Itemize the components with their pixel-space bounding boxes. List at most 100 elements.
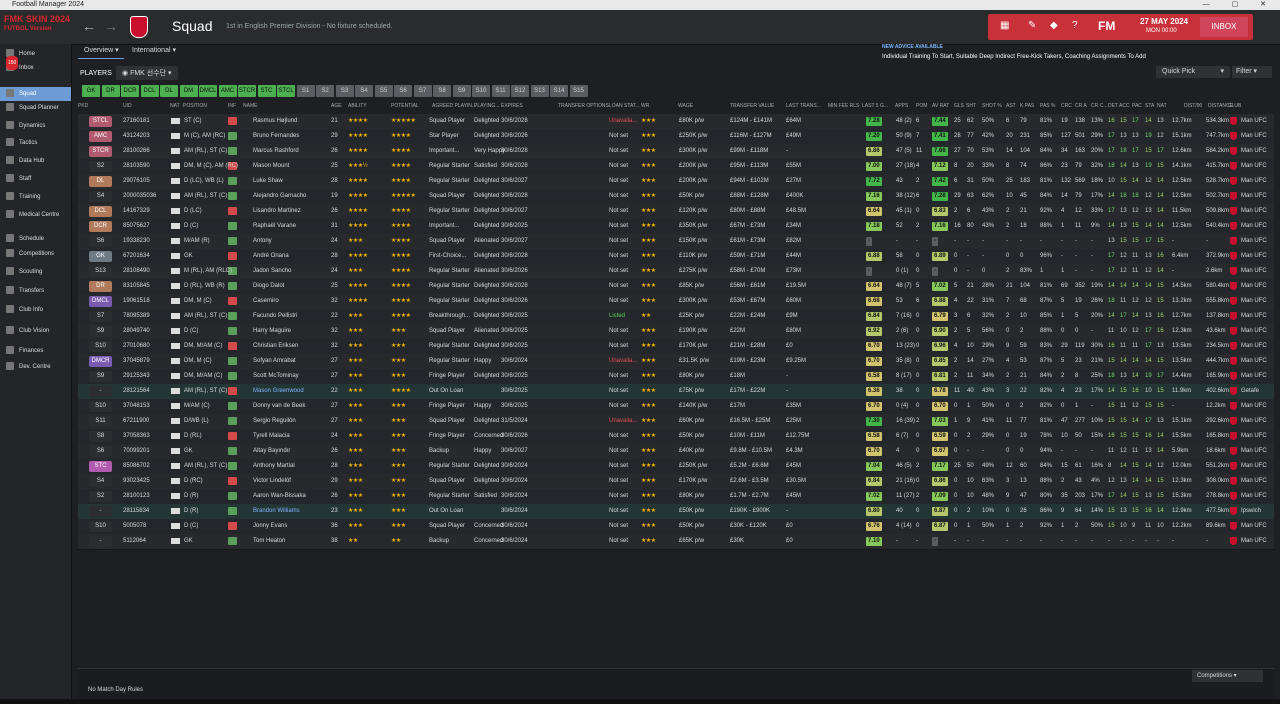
- table-row[interactable]: AMC 43124203 M (C), AM (RC) Bruno Fernandes…: [78, 129, 1274, 145]
- column-header[interactable]: K PAS: [1020, 103, 1034, 109]
- info-icon[interactable]: [228, 132, 237, 140]
- cell-club[interactable]: Man UFC: [1241, 432, 1267, 440]
- table-row[interactable]: S2 28100123 D (R) Aaron Wan-Bissaka 26 ★★★ ★★★…: [78, 489, 1274, 505]
- sidebar-item-tactics[interactable]: Tactics: [0, 136, 71, 150]
- pick-position[interactable]: S4: [89, 476, 112, 487]
- sidebar-item-inbox[interactable]: Inbox 150: [0, 56, 71, 75]
- position-filter-s13[interactable]: S13: [530, 85, 549, 97]
- cell-name[interactable]: Brandon Williams: [253, 507, 300, 515]
- column-header[interactable]: WR: [641, 103, 649, 109]
- cell-name[interactable]: Jadon Sancho: [253, 267, 291, 275]
- pick-position[interactable]: -: [89, 386, 112, 397]
- pick-position[interactable]: STC: [89, 461, 112, 472]
- position-filter-s8[interactable]: S8: [433, 85, 451, 97]
- pick-position[interactable]: GK: [89, 251, 112, 262]
- column-header[interactable]: PAC: [1132, 103, 1142, 109]
- table-row[interactable]: DCR 85075627 D (C) Raphaël Varane 31 ★★★★ ★★★★…: [78, 219, 1274, 235]
- column-header[interactable]: CRC: [1061, 103, 1072, 109]
- column-header[interactable]: POTENTIAL: [391, 103, 419, 109]
- column-header[interactable]: CR A: [1075, 103, 1087, 109]
- position-filter-s11[interactable]: S11: [491, 85, 510, 97]
- position-filter-s15[interactable]: S15: [569, 85, 588, 97]
- pick-position[interactable]: S13: [89, 266, 112, 277]
- position-filter-dcl[interactable]: DCL: [140, 85, 159, 97]
- cell-club[interactable]: Man UFC: [1241, 477, 1267, 485]
- pick-position[interactable]: DMCL: [89, 296, 112, 307]
- cell-club[interactable]: Man UFC: [1241, 297, 1267, 305]
- cell-club[interactable]: Man UFC: [1241, 117, 1267, 125]
- pick-position[interactable]: S9: [89, 371, 112, 382]
- info-icon[interactable]: [228, 282, 237, 290]
- cell-name[interactable]: Christian Eriksen: [253, 342, 298, 350]
- column-header[interactable]: GLS: [954, 103, 964, 109]
- sidebar-item-medical-centre[interactable]: Medical Centre: [0, 208, 71, 222]
- column-header[interactable]: EXPIRES: [501, 103, 523, 109]
- cell-name[interactable]: Sergio Reguilón: [253, 417, 296, 425]
- pick-position[interactable]: DR: [89, 281, 112, 292]
- back-arrow-icon[interactable]: ←: [82, 18, 96, 34]
- sidebar-item-dev-centre[interactable]: Dev. Centre: [0, 360, 71, 374]
- info-icon[interactable]: [228, 432, 237, 440]
- manager-name[interactable]: FMK SKIN 2024 FUTBOL Version: [4, 14, 70, 34]
- cell-club[interactable]: Man UFC: [1241, 222, 1267, 230]
- column-header[interactable]: ACC: [1119, 103, 1130, 109]
- table-row[interactable]: S10 5005078 D (C) Jonny Evans 36 ★★★ ★★★ Squad …: [78, 519, 1274, 535]
- column-header[interactable]: PKD: [78, 103, 88, 109]
- column-header[interactable]: CR C...: [1091, 103, 1107, 109]
- sidebar-item-schedule[interactable]: Schedule: [0, 232, 71, 246]
- table-row[interactable]: S2 28103590 DM, M (C), AM (RC) Mason Mount 2…: [78, 159, 1274, 175]
- pick-position[interactable]: S10: [89, 521, 112, 532]
- table-row[interactable]: - 5112064 GK Tom Heaton 38 ★★ ★★ Backup Concerne…: [78, 534, 1274, 550]
- column-header[interactable]: POM: [916, 103, 927, 109]
- column-header[interactable]: UID: [123, 103, 132, 109]
- table-row[interactable]: STCR 28100266 AM (RL), ST (C) Marcus Rashfo…: [78, 144, 1274, 160]
- column-header[interactable]: CLUB: [1228, 103, 1241, 109]
- position-filter-stcl[interactable]: STCL: [277, 85, 295, 97]
- sidebar-item-squad-planner[interactable]: Squad Planner: [0, 101, 71, 115]
- info-icon[interactable]: [228, 537, 237, 545]
- table-row[interactable]: DL 29076105 D (LC), WB (L) Luke Shaw 28 ★★★★ ★…: [78, 174, 1274, 190]
- info-icon[interactable]: [228, 462, 237, 470]
- table-row[interactable]: - 28115834 D (R) Brandon Williams 23 ★★★ ★★★ Ou…: [78, 504, 1274, 520]
- pick-position[interactable]: S7: [89, 311, 112, 322]
- competitions-dropdown[interactable]: Competitions ▾: [1192, 670, 1263, 682]
- forward-arrow-icon[interactable]: →: [104, 18, 118, 34]
- table-row[interactable]: S13 28108490 M (RL), AM (RLC) Jadon Sancho 2…: [78, 264, 1274, 280]
- cell-name[interactable]: Aaron Wan-Bissaka: [253, 492, 306, 500]
- filter-button[interactable]: Filter ▾: [1232, 66, 1272, 78]
- sidebar-item-dynamics[interactable]: Dynamics: [0, 119, 71, 133]
- cell-club[interactable]: Man UFC: [1241, 312, 1267, 320]
- cell-club[interactable]: Man UFC: [1241, 462, 1267, 470]
- position-filter-s4[interactable]: S4: [355, 85, 373, 97]
- info-icon[interactable]: [228, 507, 237, 515]
- position-filter-dl[interactable]: DL: [160, 85, 178, 97]
- pick-position[interactable]: S2: [89, 491, 112, 502]
- cell-name[interactable]: Sofyan Amrabat: [253, 357, 296, 365]
- column-header[interactable]: NAT: [1157, 103, 1167, 109]
- cell-name[interactable]: Tom Heaton: [253, 537, 285, 545]
- table-row[interactable]: S4 2000035036 AM (RL), ST (C) Alejandro Gar…: [78, 189, 1274, 205]
- inbox-button[interactable]: INBOX: [1200, 17, 1248, 37]
- advice-panel[interactable]: NEW ADVICE AVAILABLE Individual Training…: [882, 44, 1182, 60]
- column-header[interactable]: PAS %: [1040, 103, 1055, 109]
- info-icon[interactable]: [228, 117, 237, 125]
- sidebar-item-training[interactable]: Training: [0, 190, 71, 204]
- info-icon[interactable]: [228, 372, 237, 380]
- info-icon[interactable]: [228, 387, 237, 395]
- cell-name[interactable]: Bruno Fernandes: [253, 132, 299, 140]
- tab-overview[interactable]: Overview ▾: [84, 46, 119, 54]
- info-icon[interactable]: [228, 207, 237, 215]
- table-row[interactable]: S10 27010680 DM, M/AM (C) Christian Eriksen…: [78, 339, 1274, 355]
- pick-position[interactable]: S2: [89, 161, 112, 172]
- sidebar-item-club-info[interactable]: Club Info: [0, 303, 71, 317]
- table-row[interactable]: S9 29125343 DM, M/AM (C) Scott McTominay 27 ★…: [78, 369, 1274, 385]
- info-icon[interactable]: [228, 492, 237, 500]
- pick-position[interactable]: S10: [89, 401, 112, 412]
- pick-position[interactable]: S8: [89, 431, 112, 442]
- table-row[interactable]: DMCL 19061518 DM, M (C) Casemiro 32 ★★★★ ★★★★ R…: [78, 294, 1274, 310]
- info-icon[interactable]: [228, 477, 237, 485]
- column-header[interactable]: AGREED PLAYIN...: [432, 103, 476, 109]
- cell-club[interactable]: Man UFC: [1241, 357, 1267, 365]
- column-header[interactable]: LAST 5 G...: [862, 103, 888, 109]
- tab-international[interactable]: International ▾: [132, 46, 176, 54]
